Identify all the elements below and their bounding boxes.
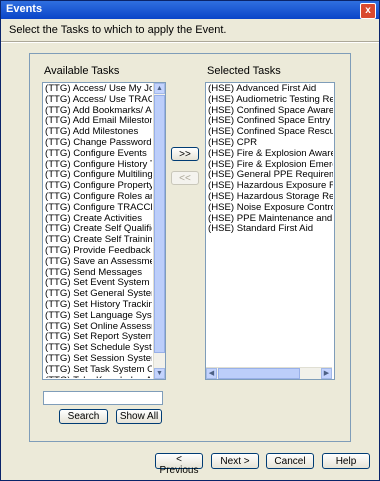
header-divider <box>1 41 379 43</box>
list-item[interactable]: (HSE) Hazardous Exposure Respons <box>207 181 333 192</box>
list-item[interactable]: (TTG) Configure Multilingual Fur <box>44 170 152 181</box>
list-item[interactable]: (TTG) Create Self Training Infor <box>44 235 152 246</box>
list-item[interactable]: (TTG) Set Schedule System Op <box>44 343 152 354</box>
list-item[interactable]: (HSE) Confined Space Awareness <box>207 106 333 117</box>
scroll-right-arrow-icon[interactable]: ▶ <box>321 368 332 379</box>
next-button[interactable]: Next > <box>211 453 259 469</box>
events-dialog: Events x Select the Tasks to which to ap… <box>0 0 380 481</box>
search-button[interactable]: Search <box>59 409 108 424</box>
list-item[interactable]: (TTG) Change Password <box>44 138 152 149</box>
selected-tasks-items: (HSE) Advanced First Aid (HSE) Audiometri… <box>207 84 333 366</box>
list-item[interactable]: (HSE) PPE Maintenance and Repair <box>207 214 333 225</box>
list-item[interactable]: (HSE) Confined Space Rescue <box>207 127 333 138</box>
add-task-button[interactable]: >> <box>171 147 199 161</box>
list-item[interactable]: (TTG) Provide Feedback <box>44 246 152 257</box>
instruction-text: Select the Tasks to which to apply the E… <box>9 24 227 36</box>
title-bar[interactable]: Events x <box>1 1 379 19</box>
available-tasks-label: Available Tasks <box>44 65 120 77</box>
scroll-up-arrow-icon[interactable]: ▲ <box>154 83 165 94</box>
list-item[interactable]: (TTG) Save an Assessment <box>44 257 152 268</box>
remove-task-button[interactable]: << <box>171 171 199 185</box>
list-item[interactable]: (TTG) Set Event System Option <box>44 278 152 289</box>
show-all-button[interactable]: Show All <box>116 409 162 424</box>
list-item[interactable]: (HSE) Noise Exposure Control <box>207 203 333 214</box>
list-item[interactable]: (TTG) Add Milestones <box>44 127 152 138</box>
list-item[interactable]: (HSE) Confined Space Entry <box>207 116 333 127</box>
list-item[interactable]: (HSE) Fire & Explosion Emergency R <box>207 160 333 171</box>
list-item[interactable]: (TTG) Set Online Assessment S <box>44 322 152 333</box>
help-button[interactable]: Help <box>322 453 370 469</box>
list-item[interactable]: (HSE) Standard First Aid <box>207 224 333 235</box>
available-tasks-items: (TTG) Access/ Use My Job (TTG) Access/ Us… <box>44 84 152 378</box>
list-item[interactable]: (TTG) Add Bookmarks/ Access <box>44 106 152 117</box>
list-item[interactable]: (TTG) Access/ Use TRACCESS <box>44 95 152 106</box>
list-item[interactable]: (TTG) Configure History Trackin <box>44 160 152 171</box>
list-item[interactable]: (TTG) Add Email Milestones <box>44 116 152 127</box>
available-vertical-scrollbar[interactable]: ▲ ▼ <box>153 83 165 379</box>
selected-tasks-label: Selected Tasks <box>207 65 281 77</box>
list-item[interactable]: (TTG) Configure Roles and Perr <box>44 192 152 203</box>
previous-button[interactable]: < Previous <box>155 453 203 476</box>
selected-horizontal-scrollbar[interactable]: ◀ ▶ <box>206 367 332 379</box>
selected-tasks-list[interactable]: (HSE) Advanced First Aid (HSE) Audiometri… <box>205 82 335 380</box>
list-item[interactable]: (TTG) Send Messages <box>44 268 152 279</box>
available-tasks-list[interactable]: (TTG) Access/ Use My Job (TTG) Access/ Us… <box>42 82 166 380</box>
list-item[interactable]: (TTG) Set Session System Opti <box>44 354 152 365</box>
list-item[interactable]: (HSE) Advanced First Aid <box>207 84 333 95</box>
list-item[interactable]: (TTG) Configure Events <box>44 149 152 160</box>
list-item[interactable]: (HSE) General PPE Requirements <box>207 170 333 181</box>
close-button[interactable]: x <box>360 3 376 19</box>
list-item[interactable]: (HSE) CPR <box>207 138 333 149</box>
list-item[interactable]: (TTG) Set Language System Op <box>44 311 152 322</box>
window-title: Events <box>6 3 43 15</box>
list-item[interactable]: (TTG) Configure TRACCESS To <box>44 203 152 214</box>
list-item[interactable]: (TTG) Create Activities <box>44 214 152 225</box>
horizontal-scroll-thumb[interactable] <box>218 368 300 379</box>
list-item[interactable]: (TTG) Set Task System Options <box>44 365 152 376</box>
list-item[interactable]: (TTG) Create Self Qualification I <box>44 224 152 235</box>
list-item[interactable]: (TTG) Configure Property Defini <box>44 181 152 192</box>
search-input[interactable] <box>43 391 163 405</box>
cancel-button[interactable]: Cancel <box>266 453 314 469</box>
list-item[interactable]: (TTG) Set General System Optio <box>44 289 152 300</box>
list-item[interactable]: (HSE) Audiometric Testing Requireme <box>207 95 333 106</box>
list-item[interactable]: (TTG) Take Knowledge Assess <box>44 376 152 378</box>
scroll-thumb[interactable] <box>154 95 165 353</box>
list-item[interactable]: (HSE) Hazardous Storage Requireme <box>207 192 333 203</box>
list-item[interactable]: (TTG) Set Report System Optior <box>44 332 152 343</box>
scroll-down-arrow-icon[interactable]: ▼ <box>154 368 165 379</box>
list-item[interactable]: (HSE) Fire & Explosion Awareness <box>207 149 333 160</box>
scroll-left-arrow-icon[interactable]: ◀ <box>206 368 217 379</box>
list-item[interactable]: (TTG) Set History Tracking Syst <box>44 300 152 311</box>
list-item[interactable]: (TTG) Access/ Use My Job <box>44 84 152 95</box>
